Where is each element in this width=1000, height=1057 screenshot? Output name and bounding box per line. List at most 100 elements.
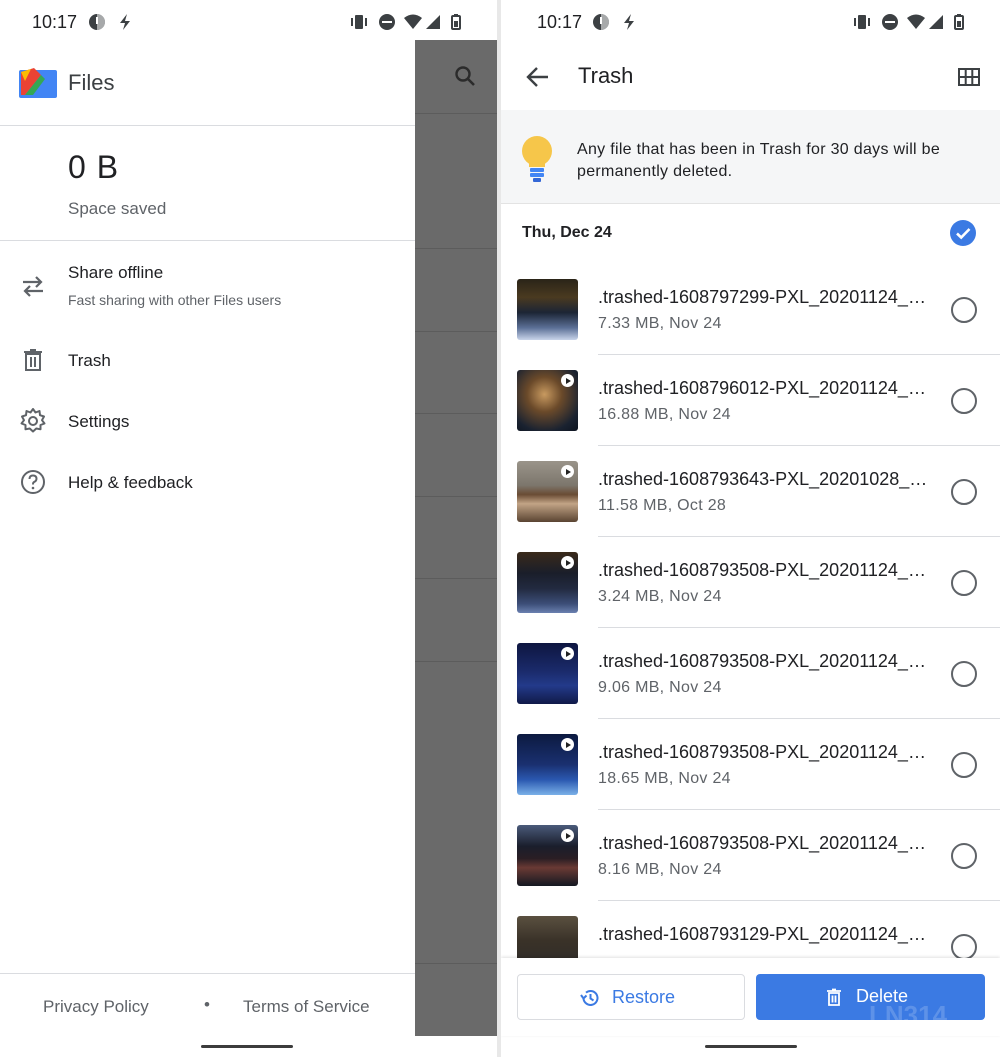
lightbulb-icon <box>522 136 552 182</box>
list-item[interactable]: .trashed-1608793508-PXL_20201124_0021099… <box>501 810 1000 901</box>
file-thumbnail <box>517 279 578 340</box>
footer-separator: • <box>204 995 210 1014</box>
nav-item-settings[interactable]: Settings <box>0 393 415 449</box>
list-item[interactable]: .trashed-1608793643-PXL_20201028_1951104… <box>501 446 1000 537</box>
file-thumbnail <box>517 734 578 795</box>
list-item[interactable]: .trashed-1608793129-PXL_20201124_0022003… <box>501 901 1000 958</box>
file-thumbnail <box>517 552 578 613</box>
home-indicator[interactable] <box>705 1045 797 1048</box>
file-name: .trashed-1608796012-PXL_20201124_0025331… <box>598 378 928 398</box>
trash-icon <box>24 349 42 371</box>
vibrate-icon <box>351 15 367 29</box>
page-title: Trash <box>578 63 634 88</box>
file-select-radio[interactable] <box>951 297 977 323</box>
battery-icon <box>954 14 964 30</box>
wifi-icon <box>907 14 925 29</box>
list-item[interactable]: .trashed-1608797299-PXL_20201124_0019258… <box>501 264 1000 355</box>
file-name: .trashed-1608793508-PXL_20201124_0018125… <box>598 742 928 762</box>
file-thumbnail <box>517 916 578 958</box>
nav-item-label: Settings <box>68 412 130 431</box>
scrim-divider <box>415 496 497 497</box>
video-badge-icon <box>561 556 574 569</box>
top-app-bar: Trash <box>501 44 1000 110</box>
file-meta: 11.58 MB, Oct 28 <box>598 497 727 514</box>
file-name: .trashed-1608793643-PXL_20201028_1951104… <box>598 469 928 489</box>
data-saver-icon <box>593 14 609 30</box>
signal-icon <box>426 15 440 29</box>
do-not-disturb-icon <box>882 14 898 30</box>
file-name: .trashed-1608793129-PXL_20201124_0022003… <box>598 924 928 944</box>
video-badge-icon <box>561 465 574 478</box>
nav-item-label: Share offline <box>68 263 164 282</box>
grid-view-icon[interactable] <box>958 67 980 87</box>
file-select-radio[interactable] <box>951 570 977 596</box>
battery-icon <box>451 14 461 30</box>
file-select-radio[interactable] <box>951 752 977 778</box>
status-time: 10:17 <box>537 12 583 32</box>
file-meta: 3.24 MB, Nov 24 <box>598 588 722 605</box>
trash-file-list[interactable]: .trashed-1608797299-PXL_20201124_0019258… <box>501 264 1000 958</box>
flash-icon <box>120 14 130 30</box>
help-icon <box>21 470 45 494</box>
list-item[interactable]: .trashed-1608793508-PXL_20201124_0016160… <box>501 537 1000 628</box>
scrim-divider <box>415 578 497 579</box>
video-badge-icon <box>561 738 574 751</box>
wifi-icon <box>404 14 422 29</box>
gear-icon <box>20 408 46 433</box>
file-select-radio[interactable] <box>951 479 977 505</box>
privacy-policy-link[interactable]: Privacy Policy <box>43 997 149 1017</box>
header-divider <box>0 125 415 126</box>
files-logo-icon <box>19 68 57 98</box>
file-meta: 9.06 MB, Nov 24 <box>598 679 722 696</box>
banner-text: Any file that has been in Trash for 30 d… <box>577 141 941 180</box>
file-meta: 8.16 MB, Nov 24 <box>598 861 722 878</box>
drawer-footer: Privacy Policy • Terms of Service <box>0 973 415 1037</box>
list-item[interactable]: .trashed-1608796012-PXL_20201124_0025331… <box>501 355 1000 446</box>
file-select-radio[interactable] <box>951 843 977 869</box>
restore-label: Restore <box>612 987 676 1007</box>
search-icon[interactable] <box>453 64 477 88</box>
vibrate-icon <box>854 15 870 29</box>
right-screen: 10:17 Trash Any file that has been in Tr… <box>501 0 1000 1057</box>
drawer-header: Files <box>0 40 415 125</box>
section-divider <box>0 240 415 241</box>
file-name: .trashed-1608793508-PXL_20201124_0021099… <box>598 833 928 853</box>
nav-item-share-offline[interactable]: Share offline Fast sharing with other Fi… <box>0 254 415 318</box>
file-name: .trashed-1608793508-PXL_20201124_0016160… <box>598 560 928 580</box>
file-select-radio[interactable] <box>951 934 977 958</box>
file-select-radio[interactable] <box>951 661 977 687</box>
nav-item-label: Trash <box>68 351 111 370</box>
status-bar: 10:17 <box>0 0 497 44</box>
scrim-divider <box>415 331 497 332</box>
flash-icon <box>624 14 634 30</box>
nav-item-help-feedback[interactable]: Help & feedback <box>0 454 415 510</box>
navigation-drawer: Files 0 B Space saved Share offline Fast… <box>0 40 415 1036</box>
nav-item-label: Help & feedback <box>68 473 193 492</box>
back-arrow-icon[interactable] <box>525 64 551 90</box>
restore-button[interactable]: Restore <box>517 974 745 1020</box>
file-thumbnail <box>517 461 578 522</box>
left-screen: 10:17 Files 0 B Space saved Share offlin… <box>0 0 497 1057</box>
restore-history-icon <box>580 989 599 1006</box>
status-bar: 10:17 <box>501 0 1000 44</box>
trash-icon <box>827 988 841 1006</box>
video-badge-icon <box>561 829 574 842</box>
scrim-divider <box>415 413 497 414</box>
list-item[interactable]: .trashed-1608793508-PXL_20201124_0017148… <box>501 628 1000 719</box>
select-all-checkbox[interactable] <box>950 220 976 246</box>
space-saved-value: 0 B <box>68 149 120 185</box>
file-meta: 7.33 MB, Nov 24 <box>598 315 722 332</box>
file-name: .trashed-1608793508-PXL_20201124_0017148… <box>598 651 928 671</box>
terms-of-service-link[interactable]: Terms of Service <box>243 997 370 1017</box>
nav-item-trash[interactable]: Trash <box>0 332 415 388</box>
drawer-scrim[interactable] <box>415 40 497 1036</box>
home-indicator[interactable] <box>201 1045 293 1048</box>
space-saved-label: Space saved <box>68 199 167 218</box>
video-badge-icon <box>561 647 574 660</box>
file-thumbnail <box>517 370 578 431</box>
list-item[interactable]: .trashed-1608793508-PXL_20201124_0018125… <box>501 719 1000 810</box>
video-badge-icon <box>561 374 574 387</box>
file-thumbnail <box>517 643 578 704</box>
scrim-divider <box>415 113 497 114</box>
file-select-radio[interactable] <box>951 388 977 414</box>
